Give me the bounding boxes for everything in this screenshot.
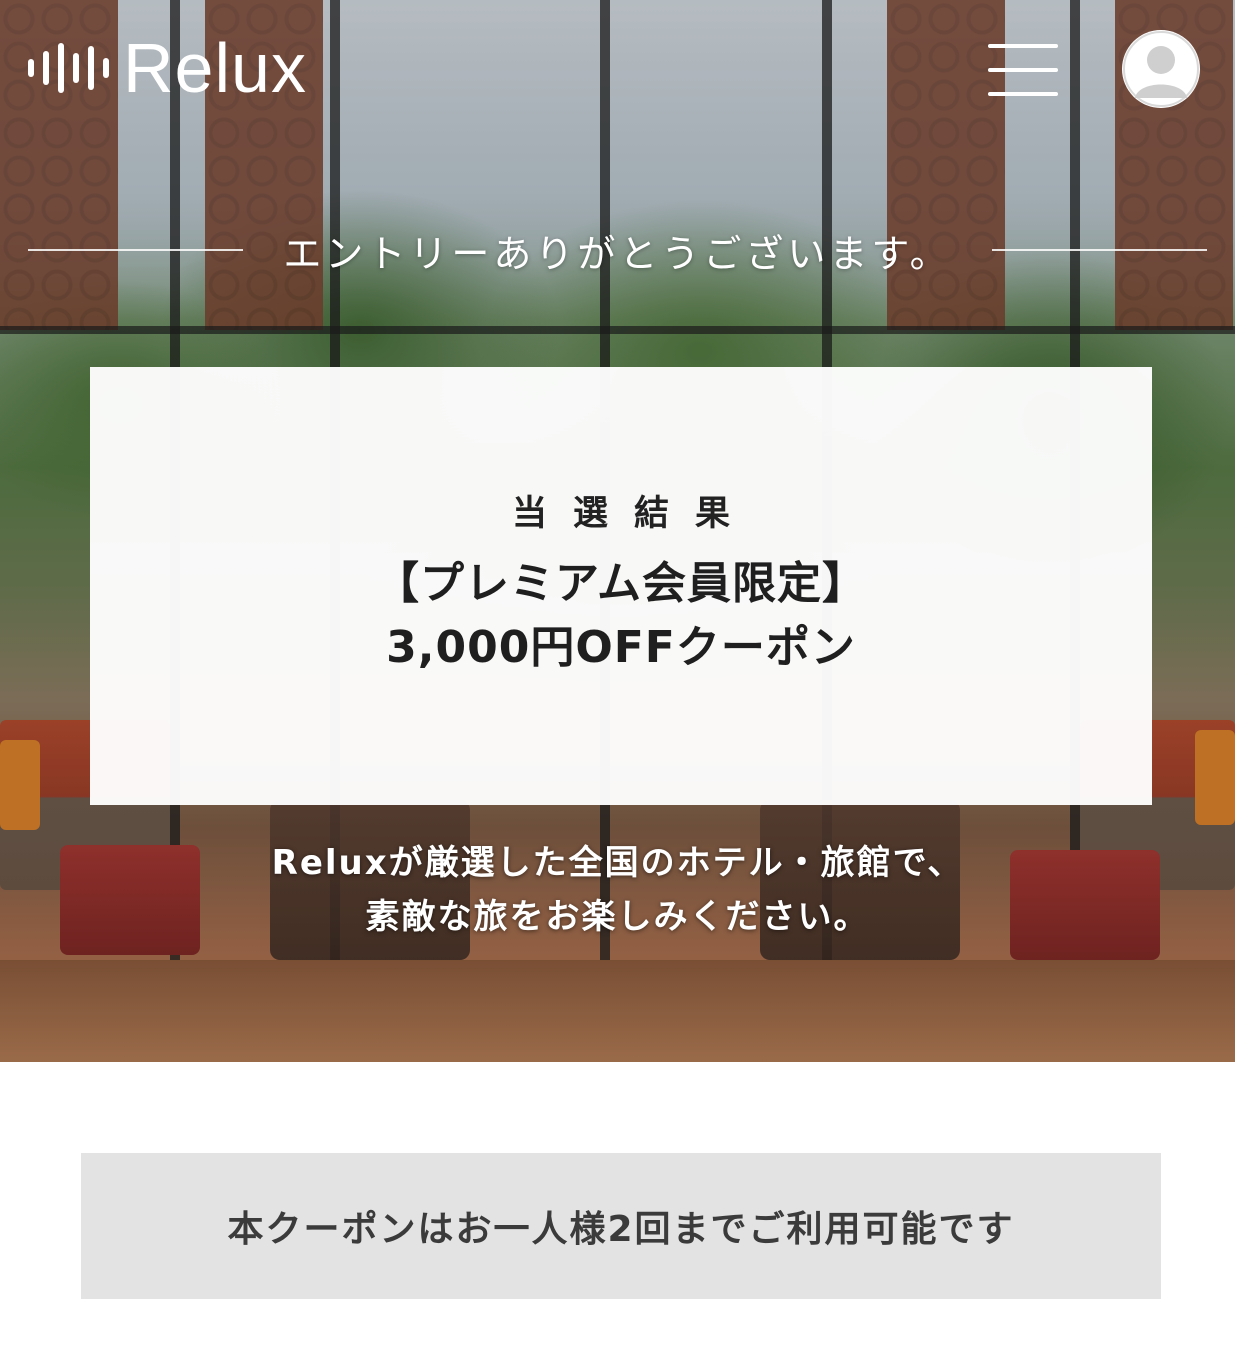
entry-thanks-banner: エントリーありがとうございます。 (0, 222, 1235, 278)
result-heading: 当選結果 (511, 494, 756, 534)
coupon-title-line1: 【プレミアム会員限定】 (375, 558, 867, 609)
divider-line (991, 249, 1207, 251)
entry-thanks-text: エントリーありがとうございます。 (283, 231, 952, 276)
coupon-title-line2: 3,000円OFFクーポン (386, 622, 856, 673)
hamburger-icon-bar (988, 92, 1058, 96)
usage-limit-text: 本クーポンはお一人様2回までご利用可能です (227, 1209, 1015, 1250)
user-avatar-icon (1123, 31, 1199, 107)
logo-text: Relux (123, 29, 307, 107)
hamburger-icon-bar (988, 68, 1058, 72)
result-card: 当選結果 【プレミアム会員限定】 3,000円OFFクーポン (90, 367, 1152, 805)
divider-line (28, 249, 244, 251)
welcome-message-line1: Reluxが厳選した全国のホテル・旅館で、 (271, 843, 964, 883)
relux-logo[interactable]: Relux (28, 29, 307, 107)
logo-wave-icon (28, 36, 109, 100)
welcome-message: Reluxが厳選した全国のホテル・旅館で、 素敵な旅をお楽しみください。 (0, 836, 1235, 944)
welcome-message-line2: 素敵な旅をお楽しみください。 (365, 897, 870, 937)
usage-limit-notice: 本クーポンはお一人様2回までご利用可能です (81, 1153, 1161, 1299)
hamburger-menu-button[interactable] (988, 44, 1058, 96)
hamburger-icon-bar (988, 44, 1058, 48)
user-avatar-button[interactable] (1122, 30, 1200, 108)
